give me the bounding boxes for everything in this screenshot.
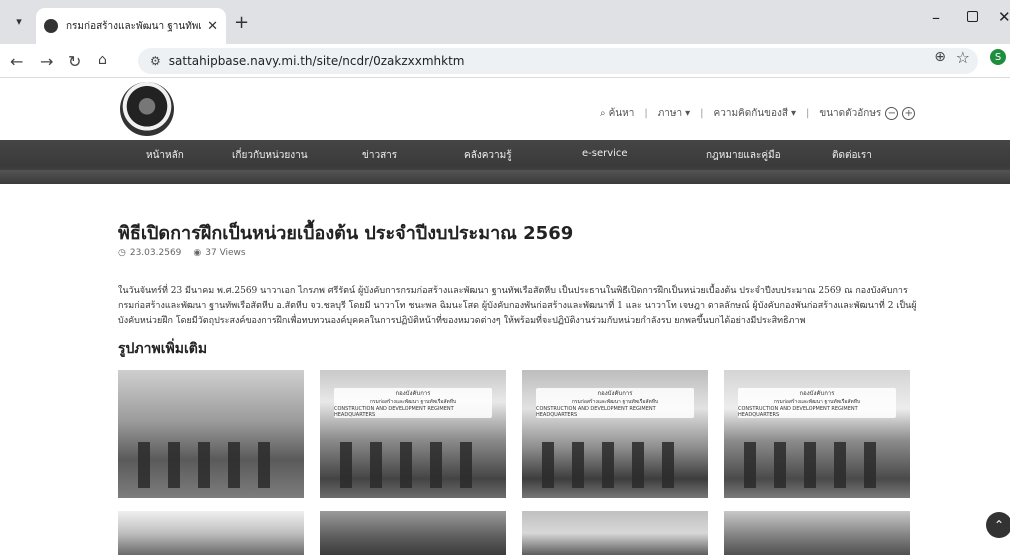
gallery-photo[interactable]: กองบังคับการ กรมก่อสร้างและพัฒนา ฐานทัพเ… — [522, 370, 708, 498]
back-arrow-icon[interactable]: ← — [10, 52, 23, 71]
nav-item-contact[interactable]: ติดต่อเรา — [832, 148, 872, 163]
gallery-photo[interactable] — [724, 511, 910, 555]
forward-arrow-icon[interactable]: → — [40, 52, 53, 71]
contrast-menu[interactable]: ความคิดกันของสี — [714, 106, 788, 121]
photo-figures — [744, 442, 890, 488]
search-link[interactable]: ค้นหา — [609, 106, 635, 121]
nav-item-knowledge[interactable]: คลังความรู้ — [464, 148, 512, 163]
browser-tab[interactable]: กรมก่อสร้างและพัฒนา ฐานทัพเรือสัตหีบ ✕ — [36, 8, 226, 44]
nav-item-news[interactable]: ข่าวสาร — [362, 148, 397, 163]
sign-text: CONSTRUCTION AND DEVELOPMENT REGIMENT HE… — [738, 406, 858, 418]
new-tab-button[interactable]: + — [234, 12, 249, 33]
main-navigation: หน้าหลัก เกี่ยวกับหน่วยงาน ข่าวสาร คลังค… — [0, 140, 1010, 184]
url-text: sattahipbase.navy.mi.th/site/ncdr/0zakzx… — [168, 54, 465, 68]
article-meta: ◷ 23.03.2569 ◉ 37 Views — [118, 248, 246, 258]
photo-figures — [340, 442, 486, 488]
article-body: ในวันจันทร์ที่ 23 มีนาคม พ.ศ.2569 นาวาเอ… — [118, 286, 917, 326]
article-date: 23.03.2569 — [129, 248, 182, 258]
sign-text: CONSTRUCTION AND DEVELOPMENT REGIMENT HE… — [536, 406, 656, 418]
search-icon[interactable]: ⌕ — [600, 108, 606, 119]
chevron-down-icon[interactable]: ▾ — [791, 108, 796, 119]
language-menu[interactable]: ภาษา — [658, 106, 682, 121]
sign-text: กองบังคับการ — [597, 390, 633, 397]
nav-decorative-band — [0, 170, 1010, 184]
favicon-icon — [44, 19, 58, 33]
building-sign: กองบังคับการ กรมก่อสร้างและพัฒนา ฐานทัพเ… — [536, 388, 694, 418]
article-views: 37 Views — [205, 248, 246, 258]
maximize-icon[interactable] — [967, 11, 978, 22]
photo-figures — [138, 442, 284, 488]
font-size-label: ขนาดตัวอักษร — [819, 108, 882, 119]
nav-item-law-manual[interactable]: กฎหมายและคู่มือ — [706, 148, 781, 163]
gallery-photo[interactable] — [118, 511, 304, 555]
gallery-photo[interactable] — [118, 370, 304, 498]
eye-icon: ◉ — [193, 248, 202, 258]
site-logo[interactable] — [120, 82, 174, 136]
clock-icon: ◷ — [118, 248, 126, 258]
site-header: ⌕ ค้นหา | ภาษา ▾ | ความคิดกันของสี ▾ | ข… — [0, 78, 1010, 140]
gallery-photo[interactable] — [522, 511, 708, 555]
sign-text: กรมก่อสร้างและพัฒนา ฐานทัพเรือสัตหีบ — [571, 399, 659, 405]
building-sign: กองบังคับการ กรมก่อสร้างและพัฒนา ฐานทัพเ… — [334, 388, 492, 418]
tab-title: กรมก่อสร้างและพัฒนา ฐานทัพเรือสัตหีบ — [66, 20, 202, 32]
nav-item-eservice[interactable]: e-service — [582, 148, 628, 159]
nav-item-about[interactable]: เกี่ยวกับหน่วยงาน — [232, 148, 308, 163]
home-icon[interactable]: ⌂ — [98, 52, 107, 68]
page-title: พิธีเปิดการฝึกเป็นหน่วยเบื้องต้น ประจำปี… — [118, 223, 574, 244]
browser-tab-bar: ▾ กรมก่อสร้างและพัฒนา ฐานทัพเรือสัตหีบ ✕… — [0, 0, 1010, 44]
sign-text: กรมก่อสร้างและพัฒนา ฐานทัพเรือสัตหีบ — [773, 399, 861, 405]
chevron-down-icon[interactable]: ▾ — [685, 108, 690, 119]
divider: | — [700, 108, 704, 119]
browser-toolbar: ← → ↻ ⌂ ⚙ sattahipbase.navy.mi.th/site/n… — [0, 44, 1010, 78]
header-utilities: ⌕ ค้นหา | ภาษา ▾ | ความคิดกันของสี ▾ | ข… — [600, 106, 916, 121]
divider: | — [806, 108, 810, 119]
building-sign: กองบังคับการ กรมก่อสร้างและพัฒนา ฐานทัพเ… — [738, 388, 896, 418]
address-bar[interactable]: ⚙ sattahipbase.navy.mi.th/site/ncdr/0zak… — [138, 48, 978, 74]
close-icon[interactable]: ✕ — [207, 19, 218, 34]
sign-text: กองบังคับการ — [395, 390, 431, 397]
minimize-icon[interactable]: – — [932, 8, 940, 27]
divider: | — [644, 108, 648, 119]
site-info-icon[interactable]: ⚙ — [150, 54, 161, 68]
sign-text: กรมก่อสร้างและพัฒนา ฐานทัพเรือสัตหีบ — [369, 399, 457, 405]
nav-item-home[interactable]: หน้าหลัก — [146, 148, 184, 163]
gallery-photo[interactable]: กองบังคับการ กรมก่อสร้างและพัฒนา ฐานทัพเ… — [724, 370, 910, 498]
gallery-photo[interactable]: กองบังคับการ กรมก่อสร้างและพัฒนา ฐานทัพเ… — [320, 370, 506, 498]
gallery-photo[interactable] — [320, 511, 506, 555]
profile-avatar[interactable]: S — [990, 49, 1006, 65]
zoom-icon[interactable]: ⊕ — [934, 49, 946, 65]
chevron-down-icon[interactable]: ▾ — [8, 10, 30, 32]
font-increase-button[interactable]: + — [902, 107, 916, 120]
chevron-up-icon[interactable]: ⌃ — [986, 512, 1010, 538]
reload-icon[interactable]: ↻ — [68, 52, 81, 71]
sign-text: CONSTRUCTION AND DEVELOPMENT REGIMENT HE… — [334, 406, 454, 418]
window-close-icon[interactable]: ✕ — [998, 8, 1010, 26]
star-icon[interactable]: ☆ — [956, 48, 970, 67]
sign-text: กองบังคับการ — [799, 390, 835, 397]
gallery-title: รูปภาพเพิ่มเติม — [118, 341, 208, 357]
font-decrease-button[interactable]: − — [885, 107, 899, 120]
photo-figures — [542, 442, 688, 488]
